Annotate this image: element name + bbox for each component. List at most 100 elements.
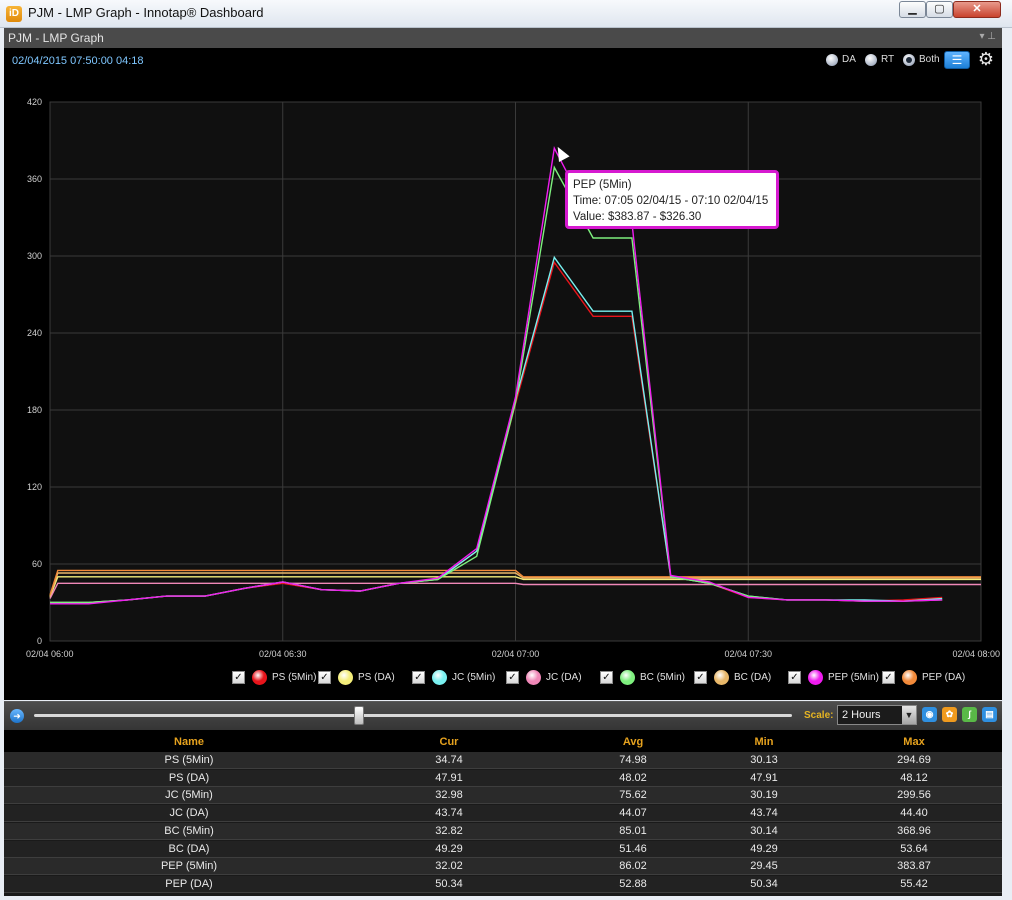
table-header-row: Name Cur Avg Min Max <box>4 730 1002 752</box>
table-header-cell[interactable]: Cur <box>344 730 554 754</box>
x-tick-label: 02/04 07:00 <box>492 649 540 659</box>
table-cell: 299.56 <box>897 789 931 802</box>
table-cell: 32.98 <box>435 789 463 802</box>
y-tick-label: 240 <box>27 328 42 338</box>
legend-label: JC (5Min) <box>452 672 496 683</box>
legend-label: PEP (DA) <box>922 672 966 683</box>
scale-value: 2 Hours <box>842 709 881 721</box>
legend-swatch <box>714 670 729 685</box>
window-titlebar[interactable]: iD PJM - LMP Graph - Innotap® Dashboard … <box>0 0 1012 28</box>
row-divider <box>4 891 1002 893</box>
app-window: iD PJM - LMP Graph - Innotap® Dashboard … <box>0 0 1012 900</box>
pin-icon[interactable]: ▾ ⊥ <box>979 31 996 42</box>
legend-swatch <box>620 670 635 685</box>
legend-label: PEP (5Min) <box>828 672 879 683</box>
table-header-cell[interactable]: Max <box>814 730 1012 754</box>
table-cell: 32.02 <box>435 860 463 873</box>
panel-header: PJM - LMP Graph ▾ ⊥ <box>4 28 1002 49</box>
table-row[interactable]: PS (DA) 47.91 48.02 47.91 48.12 <box>4 769 1002 787</box>
time-slider-bar: ➜ Scale: 2 Hours ▼ ◉ ✿ ∫ ▤ <box>4 701 1002 730</box>
legend-checkbox[interactable]: ✓ <box>506 671 519 684</box>
table-row[interactable]: PEP (DA) 50.34 52.88 50.34 55.42 <box>4 875 1002 893</box>
line-style-button[interactable]: ∫ <box>962 707 977 722</box>
legend-label: BC (DA) <box>734 672 772 683</box>
table-cell: PS (DA) <box>168 771 210 784</box>
table-cell: 294.69 <box>897 754 931 766</box>
export-button[interactable]: ▤ <box>982 707 997 722</box>
y-tick-label: 120 <box>27 482 42 492</box>
x-tick-label: 02/04 08:00 <box>952 649 1000 659</box>
play-button[interactable]: ➜ <box>10 709 24 723</box>
table-cell: JC (5Min) <box>165 789 213 802</box>
close-icon: ✕ <box>972 3 982 15</box>
palette-button[interactable]: ✿ <box>942 707 957 722</box>
legend-label: BC (5Min) <box>640 672 686 683</box>
legend-swatch <box>432 670 447 685</box>
table-cell: 53.64 <box>900 842 928 855</box>
legend-label: PS (DA) <box>358 672 395 683</box>
panel-title: PJM - LMP Graph <box>8 31 104 45</box>
legend-label: JC (DA) <box>546 672 582 683</box>
minimize-icon: ▁ <box>908 3 917 15</box>
table-row[interactable]: JC (5Min) 32.98 75.62 30.19 299.56 <box>4 787 1002 805</box>
palette-icon: ✿ <box>945 709 954 719</box>
eye-icon: ◉ <box>925 709 934 719</box>
minimize-button[interactable]: ▁ <box>899 1 926 18</box>
legend-checkbox[interactable]: ✓ <box>318 671 331 684</box>
legend-checkbox[interactable]: ✓ <box>882 671 895 684</box>
legend-checkbox[interactable]: ✓ <box>600 671 613 684</box>
table-cell: PS (5Min) <box>164 754 214 766</box>
table-row[interactable]: JC (DA) 43.74 44.07 43.74 44.40 <box>4 805 1002 823</box>
tooltip-series: PEP (5Min) <box>573 179 632 191</box>
table-cell: BC (5Min) <box>164 824 214 837</box>
time-slider-thumb[interactable] <box>354 706 364 725</box>
table-cell: PEP (5Min) <box>160 860 218 873</box>
table-cell: 50.34 <box>435 877 463 890</box>
window-title: PJM - LMP Graph - Innotap® Dashboard <box>28 5 264 20</box>
table-row[interactable]: BC (5Min) 32.82 85.01 30.14 368.96 <box>4 822 1002 840</box>
table-cell: 47.91 <box>435 771 463 784</box>
legend-swatch <box>902 670 917 685</box>
tooltip-value: Value: $383.87 - $326.30 <box>573 211 702 223</box>
chart-tooltip: PEP (5Min) Time: 07:05 02/04/15 - 07:10 … <box>565 170 779 229</box>
view-button[interactable]: ◉ <box>922 707 937 722</box>
lmp-line-chart: 0 60 120 180 240 300 360 420 02/04 06:00 02/04 06… <box>26 97 1000 659</box>
table-cell: 43.74 <box>435 807 463 820</box>
table-row[interactable]: PEP (5Min) 32.02 86.02 29.45 383.87 <box>4 858 1002 876</box>
legend-swatch <box>526 670 541 685</box>
y-tick-label: 300 <box>27 251 42 261</box>
tooltip-time: Time: 07:05 02/04/15 - 07:10 02/04/15 <box>573 195 769 207</box>
y-tick-label: 360 <box>27 174 42 184</box>
close-button[interactable]: ✕ <box>953 1 1001 18</box>
save-icon: ▤ <box>985 709 994 719</box>
y-tick-label: 0 <box>37 636 42 646</box>
table-row[interactable]: PS (5Min) 34.74 74.98 30.13 294.69 <box>4 752 1002 769</box>
table-cell: 55.42 <box>900 877 928 890</box>
x-tick-label: 02/04 07:30 <box>724 649 772 659</box>
time-slider-track[interactable] <box>34 714 792 717</box>
legend-swatch <box>338 670 353 685</box>
maximize-button[interactable]: ▢ <box>926 1 953 18</box>
chevron-down-icon: ▼ <box>902 706 916 724</box>
legend-checkbox[interactable]: ✓ <box>412 671 425 684</box>
table-row[interactable]: BC (DA) 49.29 51.46 49.29 53.64 <box>4 840 1002 858</box>
scale-label: Scale: <box>804 710 834 721</box>
x-tick-label: 02/04 06:30 <box>259 649 307 659</box>
legend-checkbox[interactable]: ✓ <box>694 671 707 684</box>
table-cell: 49.29 <box>435 842 463 855</box>
table-header-cell[interactable]: Name <box>4 730 374 754</box>
curve-icon: ∫ <box>968 709 971 719</box>
table-cell: 32.82 <box>435 824 463 837</box>
legend-checkbox[interactable]: ✓ <box>788 671 801 684</box>
table-cell: 368.96 <box>897 824 931 837</box>
table-cell: PEP (DA) <box>165 877 213 890</box>
stats-table: Name Cur Avg Min Max PS (5Min) 34.74 74.98 30.13… <box>4 730 1002 896</box>
legend-swatch <box>252 670 267 685</box>
y-tick-label: 60 <box>32 559 42 569</box>
legend-checkbox[interactable]: ✓ <box>232 671 245 684</box>
table-cell: JC (DA) <box>169 807 209 820</box>
y-tick-label: 180 <box>27 405 42 415</box>
innotap-app-icon: iD <box>6 6 22 22</box>
table-cell: 48.12 <box>900 771 928 784</box>
scale-select[interactable]: 2 Hours ▼ <box>837 705 917 725</box>
